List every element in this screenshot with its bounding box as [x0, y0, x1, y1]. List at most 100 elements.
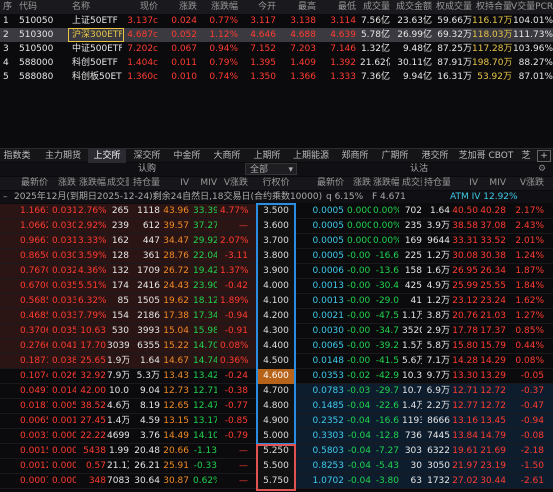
- watchlist-high: 1.366: [290, 72, 316, 82]
- call-cell: 0.0015: [20, 446, 48, 456]
- col-open[interactable]: 今开: [250, 0, 276, 14]
- watchlist-amt: 23.63亿: [397, 16, 432, 26]
- tab-shfe[interactable]: 上期所: [248, 149, 286, 163]
- watchlist-idx: 5: [3, 72, 9, 82]
- tab-szse[interactable]: 深交所: [128, 149, 166, 163]
- put-cell: 0.0000: [347, 221, 371, 231]
- col-vol[interactable]: 成交量: [360, 0, 390, 14]
- col-code[interactable]: 代码: [19, 0, 37, 14]
- col-oi[interactable]: 权持合量: [472, 0, 512, 14]
- expiry-bar[interactable]: – 2025年12月(到期日2025-12-24)剩余24自然日,18交易日(合…: [0, 191, 553, 203]
- call-col-header[interactable]: 持仓量: [130, 177, 160, 190]
- watchlist-open: 4.646: [250, 30, 276, 40]
- call-cell: 0.3706: [20, 326, 48, 336]
- put-cell: 13.45: [480, 416, 506, 426]
- watchlist-row[interactable]: 5 588080 科创板50ETF 1.360c 0.010 0.74% 1.350 1.36…: [0, 70, 553, 84]
- put-cell: -5.43: [375, 461, 399, 471]
- tab-main-futures[interactable]: 主力期货: [40, 149, 86, 163]
- call-cell: 612: [142, 221, 160, 231]
- put-cell: -12.8: [375, 431, 399, 441]
- put-cell: 25.55: [480, 281, 506, 291]
- tab-hkex[interactable]: 港交所: [416, 149, 454, 163]
- strike-col-header[interactable]: 行权价: [258, 177, 294, 190]
- col-price[interactable]: 现价: [122, 0, 158, 14]
- watchlist-pct: 0.74%: [209, 72, 238, 82]
- put-cell: 5.6万: [402, 356, 422, 366]
- gear-icon[interactable]: ⚙: [538, 163, 546, 176]
- watchlist-price: 4.687c: [127, 30, 158, 40]
- watchlist-open: 3.117: [250, 16, 276, 26]
- call-cell: 13.43: [163, 371, 189, 381]
- call-col-header[interactable]: V涨跌: [220, 177, 248, 190]
- put-cell: -0.0005: [347, 266, 371, 276]
- col-high[interactable]: 最高: [290, 0, 316, 14]
- col-amt[interactable]: 成交金额: [390, 0, 432, 14]
- expiry-toggle-icon[interactable]: –: [3, 191, 8, 203]
- col-name[interactable]: 名称: [72, 0, 90, 14]
- filter-select[interactable]: 全部 ▾: [245, 163, 297, 175]
- put-cell: 0.0000: [347, 206, 371, 216]
- put-cell: -7.27: [375, 446, 399, 456]
- put-cell: -0.37: [520, 386, 544, 396]
- col-pct[interactable]: 涨跌幅: [200, 0, 238, 14]
- tab-cbot[interactable]: 芝加哥 CBOT: [456, 149, 516, 163]
- call-cell: 0.014: [52, 386, 76, 396]
- put-col-header[interactable]: IV: [452, 177, 478, 190]
- put-col-header[interactable]: 最新价: [300, 177, 344, 190]
- watchlist-amt: 30.11亿: [397, 58, 432, 68]
- watchlist-row[interactable]: 1 510050 上证50ETF 3.137c 0.024 0.77% 3.117 3.138…: [0, 14, 553, 28]
- col-low[interactable]: 最低: [330, 0, 356, 14]
- tab-cffex[interactable]: 中金所: [168, 149, 206, 163]
- watchlist-pcr: 111.73%: [512, 30, 553, 40]
- put-cell: 0.5803: [312, 446, 345, 456]
- call-col-header[interactable]: 成交量: [107, 177, 129, 190]
- put-col-header[interactable]: 涨跌: [347, 177, 371, 190]
- tab-dce[interactable]: 大商所: [208, 149, 246, 163]
- watchlist-pct: 0.94%: [209, 44, 238, 54]
- tab-sse[interactable]: 上交所: [88, 149, 126, 163]
- col-chg[interactable]: 涨跌: [165, 0, 197, 14]
- put-col-header[interactable]: V涨跌: [510, 177, 544, 190]
- watchlist-code: 510050: [19, 16, 54, 26]
- call-col-header[interactable]: 涨跌幅: [78, 177, 106, 190]
- watchlist-oi: 118.03万: [472, 30, 512, 40]
- call-cell: 128: [111, 251, 129, 261]
- put-cell: -3.80: [375, 476, 399, 486]
- put-cell: 0.1485: [312, 401, 345, 411]
- add-tab-icon[interactable]: +: [537, 150, 551, 162]
- call-cell: 162: [111, 236, 129, 246]
- watchlist-row[interactable]: 3 510500 中证500ETF 7.202c 0.067 0.94% 7.152 7.20…: [0, 42, 553, 56]
- put-col-header[interactable]: 涨跌幅: [373, 177, 399, 190]
- call-cell: 38.52: [80, 401, 106, 411]
- col-pcr[interactable]: V交量PCR: [511, 0, 553, 14]
- call-col-header[interactable]: 最新价: [20, 177, 48, 190]
- put-cell: 38.58: [452, 221, 478, 231]
- put-cell: -0.04: [347, 431, 371, 441]
- watchlist-row[interactable]: 2 510300 沪深300ETF 4.687c 0.052 1.12% 4.646 4.68…: [0, 28, 553, 42]
- call-cell: 0.1871: [20, 356, 48, 366]
- watchlist-low: 1.333: [330, 72, 356, 82]
- call-cell: 174: [111, 281, 129, 291]
- watchlist-pcr: 87.01%: [518, 72, 553, 82]
- put-col-header[interactable]: MIV: [480, 177, 506, 190]
- tab-ine[interactable]: 上期能源: [288, 149, 334, 163]
- put-col-header[interactable]: 持仓量: [424, 177, 450, 190]
- tab-more[interactable]: 芝: [518, 149, 534, 163]
- tab-czce[interactable]: 郑商所: [336, 149, 374, 163]
- col-ovol[interactable]: 权成交量: [432, 0, 472, 14]
- put-cell: 0.0353: [312, 371, 345, 381]
- put-cell: 41: [410, 296, 422, 306]
- watchlist-row[interactable]: 4 588000 科创50ETF 1.404c 0.011 0.79% 1.395 1.409…: [0, 56, 553, 70]
- call-cell: 1505: [137, 296, 160, 306]
- call-col-header[interactable]: IV: [163, 177, 189, 190]
- call-label: 认购: [138, 164, 157, 174]
- call-col-header[interactable]: MIV: [193, 177, 217, 190]
- put-col-header[interactable]: 成交量: [402, 177, 422, 190]
- call-col-header[interactable]: 涨跌: [52, 177, 76, 190]
- call-cell: 0.000: [52, 476, 76, 486]
- col-idx[interactable]: 序: [3, 0, 12, 14]
- tab-gfex[interactable]: 广期所: [376, 149, 414, 163]
- tab-index[interactable]: 指数类: [0, 149, 34, 163]
- call-cell: 1.4万: [107, 416, 129, 426]
- call-cell: 132: [111, 266, 129, 276]
